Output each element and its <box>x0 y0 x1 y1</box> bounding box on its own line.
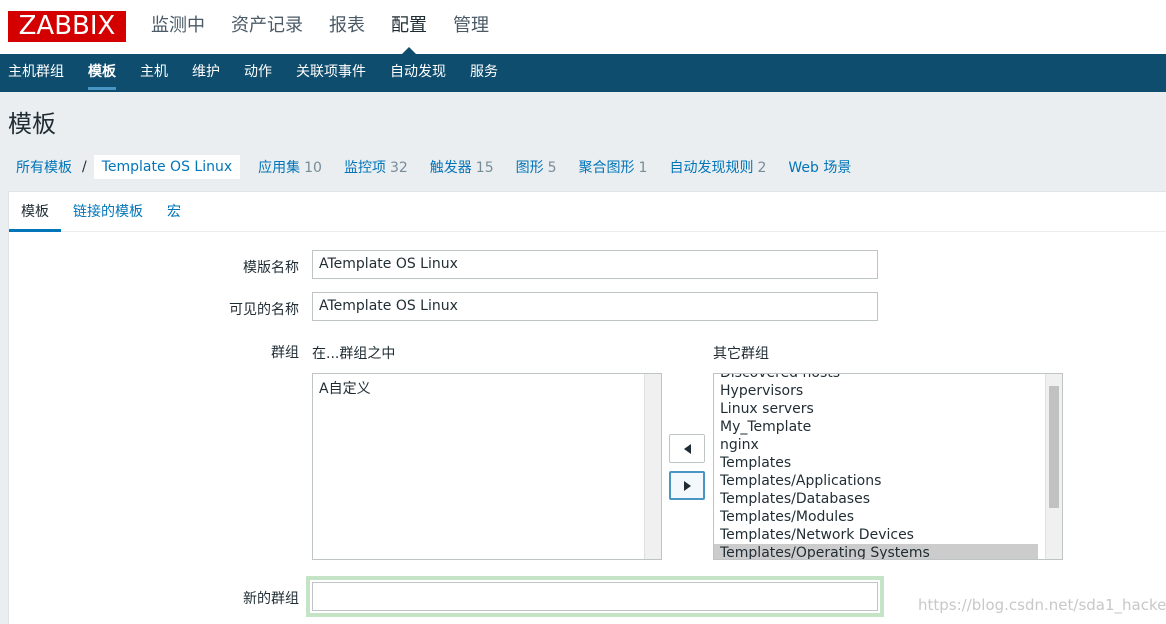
in-groups-listbox[interactable]: A自定义 <box>312 373 662 560</box>
list-item[interactable]: A自定义 <box>313 380 661 398</box>
list-item[interactable]: Discovered hosts <box>714 374 1046 382</box>
list-item[interactable]: Templates/Applications <box>714 472 1046 490</box>
other-groups-scroll-thumb[interactable] <box>1049 386 1059 508</box>
move-left-button[interactable] <box>669 434 705 463</box>
visible-name-label: 可见的名称 <box>229 302 299 318</box>
menu-reports[interactable]: 报表 <box>316 0 378 54</box>
nav-items[interactable]: 监控项 32 <box>333 157 419 177</box>
list-item[interactable]: Templates/Modules <box>714 508 1046 526</box>
breadcrumb-current-template[interactable]: Template OS Linux <box>92 154 242 180</box>
menu-configuration[interactable]: 配置 <box>378 0 440 54</box>
watermark: https://blog.csdn.net/sda1_hacker <box>918 596 1166 614</box>
other-groups-scrollbar[interactable] <box>1045 374 1062 559</box>
list-item[interactable]: Hypervisors <box>714 382 1046 400</box>
template-form: 模板 链接的模板 宏 模版名称 ATemplate OS Linux 可见的名称… <box>8 191 1166 624</box>
nav-discovery-rules[interactable]: 自动发现规则 2 <box>658 157 777 177</box>
submenu-host-groups[interactable]: 主机群组 <box>0 54 76 92</box>
new-group-label: 新的群组 <box>243 591 299 607</box>
list-item[interactable]: My_Template <box>714 418 1046 436</box>
list-item[interactable]: Templates/Network Devices <box>714 526 1046 544</box>
template-name-input[interactable]: ATemplate OS Linux <box>312 250 878 279</box>
new-group-focus-ring <box>306 576 884 617</box>
submenu-templates[interactable]: 模板 <box>76 54 128 92</box>
tab-template[interactable]: 模板 <box>9 192 61 232</box>
submenu-actions[interactable]: 动作 <box>232 54 284 92</box>
nav-triggers[interactable]: 触发器 15 <box>419 157 505 177</box>
other-groups-listbox[interactable]: Discovered hosts Hypervisors Linux serve… <box>713 373 1063 560</box>
list-item[interactable]: Linux servers <box>714 400 1046 418</box>
arrow-right-icon <box>683 480 691 491</box>
list-item-selected[interactable]: Templates/Operating Systems <box>714 544 1038 559</box>
menu-inventory[interactable]: 资产记录 <box>218 0 316 54</box>
zabbix-logo[interactable]: ZABBIX <box>8 11 126 42</box>
nav-graphs[interactable]: 图形 5 <box>505 157 568 177</box>
top-bar: ZABBIX 监测中 资产记录 报表 配置 管理 <box>0 0 1166 54</box>
list-item[interactable]: Templates/Databases <box>714 490 1046 508</box>
submenu-maintenance[interactable]: 维护 <box>180 54 232 92</box>
breadcrumb: 所有模板 / Template OS Linux 应用集 10 监控项 32 触发器… <box>8 152 862 182</box>
sub-menu: 主机群组 模板 主机 维护 动作 关联项事件 自动发现 服务 <box>0 54 1166 92</box>
breadcrumb-separator: / <box>82 159 87 175</box>
menu-monitoring[interactable]: 监测中 <box>138 0 218 54</box>
submenu-correlation[interactable]: 关联项事件 <box>284 54 378 92</box>
nav-applications[interactable]: 应用集 10 <box>247 157 333 177</box>
move-right-button[interactable] <box>669 471 705 500</box>
groups-label: 群组 <box>271 345 299 361</box>
tab-linked-templates[interactable]: 链接的模板 <box>61 192 155 231</box>
nav-web-scenarios[interactable]: Web 场景 <box>777 157 862 177</box>
submenu-services[interactable]: 服务 <box>458 54 510 92</box>
other-groups-label: 其它群组 <box>713 346 769 362</box>
list-item[interactable]: Templates <box>714 454 1046 472</box>
main-menu: 监测中 资产记录 报表 配置 管理 <box>138 0 502 54</box>
tab-macros[interactable]: 宏 <box>155 192 193 231</box>
new-group-input[interactable] <box>312 582 878 611</box>
breadcrumb-all-templates[interactable]: 所有模板 <box>8 157 80 177</box>
in-groups-scrollbar[interactable] <box>644 374 661 559</box>
list-item[interactable]: nginx <box>714 436 1046 454</box>
form-tabs: 模板 链接的模板 宏 <box>9 192 1166 232</box>
submenu-discovery[interactable]: 自动发现 <box>378 54 458 92</box>
in-groups-label: 在...群组之中 <box>312 346 396 362</box>
menu-administration[interactable]: 管理 <box>440 0 502 54</box>
visible-name-input[interactable]: ATemplate OS Linux <box>312 292 878 321</box>
nav-screens[interactable]: 聚合图形 1 <box>568 157 659 177</box>
arrow-left-icon <box>683 443 691 454</box>
submenu-hosts[interactable]: 主机 <box>128 54 180 92</box>
page-title: 模板 <box>8 110 56 138</box>
template-name-label: 模版名称 <box>243 260 299 276</box>
